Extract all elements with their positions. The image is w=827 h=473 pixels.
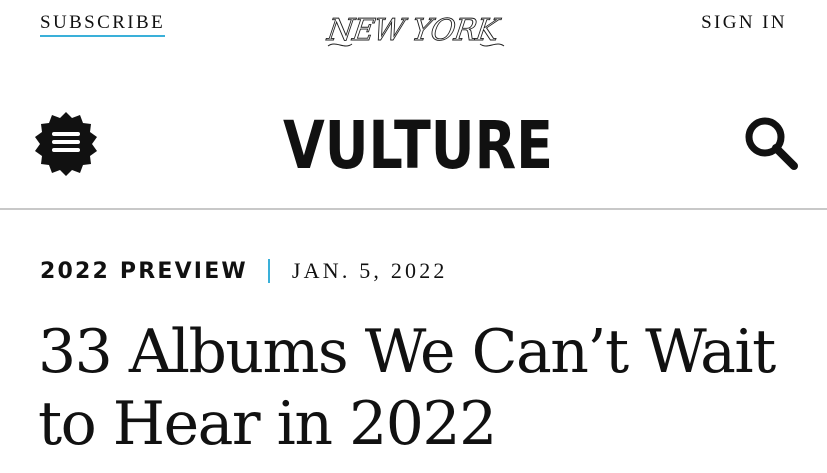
- new-york-logo-text: NEW YORK: [324, 13, 502, 48]
- sign-in-link[interactable]: SIGN IN: [701, 12, 787, 34]
- search-icon: [745, 117, 798, 170]
- new-york-logo[interactable]: NEW YORK: [322, 6, 510, 56]
- vulture-logo[interactable]: VULTURE: [280, 106, 556, 182]
- search-button[interactable]: [742, 114, 800, 172]
- site-header: VULTURE: [0, 64, 827, 210]
- publish-date: JAN. 5, 2022: [291, 258, 448, 283]
- subscribe-link[interactable]: SUBSCRIBE: [40, 12, 166, 37]
- top-strip: SUBSCRIBE NEW YORK SIGN IN: [0, 0, 827, 64]
- hamburger-badge-icon: [35, 112, 97, 176]
- article-headline: 33 Albums We Can’t Wait to Hear in 2022: [38, 317, 776, 459]
- vulture-logo-text: VULTURE: [283, 107, 553, 182]
- menu-button[interactable]: [32, 110, 100, 178]
- article-meta: 2022 PREVIEW JAN. 5, 2022: [40, 256, 448, 286]
- rubric-link[interactable]: 2022 PREVIEW: [40, 259, 248, 284]
- meta-divider: [267, 259, 270, 283]
